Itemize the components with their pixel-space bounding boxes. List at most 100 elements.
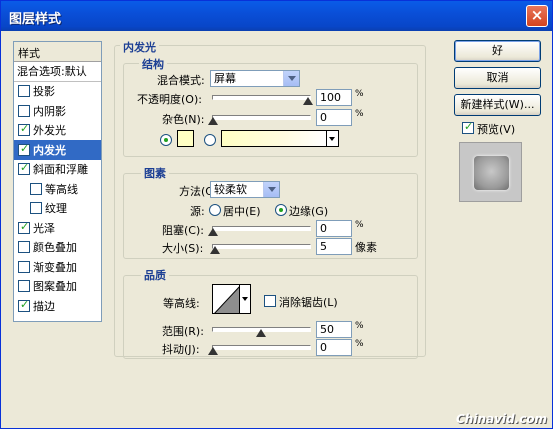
choke-slider-thumb[interactable] (208, 228, 218, 236)
title-bar[interactable]: 图层样式 × (1, 1, 552, 31)
noise-input[interactable]: 0 (316, 109, 352, 126)
style-item-label: 描边 (33, 299, 55, 313)
gradient-preview[interactable] (221, 130, 327, 147)
range-unit: % (355, 321, 364, 331)
blend-mode-select[interactable]: 屏幕 (210, 70, 300, 87)
contour-label: 等高线: (163, 297, 200, 310)
style-preview-thumbnail (459, 142, 522, 202)
noise-label: 杂色(N): (162, 113, 205, 126)
source-center-radio[interactable] (209, 204, 221, 216)
opacity-slider[interactable] (212, 95, 313, 105)
quality-title: 品质 (141, 267, 169, 283)
source-edge-radio[interactable] (275, 204, 287, 216)
size-slider-thumb[interactable] (209, 246, 220, 254)
size-input[interactable]: 5 (316, 238, 352, 255)
style-item-label: 内发光 (33, 143, 66, 157)
style-item[interactable]: 内发光 (14, 140, 101, 160)
jitter-input[interactable]: 0 (316, 339, 352, 356)
structure-title: 结构 (139, 56, 167, 72)
new-style-button[interactable]: 新建样式(W)... (454, 94, 541, 116)
opacity-input[interactable]: 100 (316, 89, 352, 106)
size-label: 大小(S): (162, 242, 204, 255)
ok-button[interactable]: 好 (454, 40, 541, 62)
style-item-label: 纹理 (45, 202, 67, 216)
gradient-radio[interactable] (204, 134, 216, 146)
style-item-checkbox[interactable] (18, 241, 30, 254)
elements-title: 图素 (141, 165, 169, 181)
layer-style-dialog: 图层样式 × 样式 混合选项:默认 投影内阴影外发光内发光斜面和浮雕等高线纹理光… (0, 0, 553, 429)
jitter-slider[interactable] (208, 345, 311, 355)
style-item-checkbox[interactable] (18, 260, 30, 273)
style-item[interactable]: 图案叠加 (14, 277, 101, 297)
solid-color-radio[interactable] (160, 134, 172, 146)
style-item-checkbox[interactable] (18, 142, 30, 156)
style-item-label: 图案叠加 (33, 280, 77, 294)
size-slider[interactable] (209, 244, 311, 254)
style-item[interactable]: 光泽 (14, 218, 101, 238)
choke-unit: % (355, 220, 364, 230)
glow-color-swatch[interactable] (177, 130, 194, 147)
opacity-unit: % (355, 89, 364, 99)
noise-slider[interactable] (208, 115, 311, 125)
style-item-checkbox[interactable] (18, 85, 30, 98)
method-select[interactable]: 较柔软 (210, 181, 280, 198)
style-item-checkbox[interactable] (18, 161, 30, 176)
style-item-label: 投影 (33, 85, 55, 99)
preview-checkbox[interactable] (462, 120, 474, 134)
chevron-down-icon[interactable] (283, 71, 299, 86)
styles-list: 样式 混合选项:默认 投影内阴影外发光内发光斜面和浮雕等高线纹理光泽颜色叠加渐变… (13, 41, 102, 322)
style-item-label: 颜色叠加 (33, 241, 77, 255)
style-items: 投影内阴影外发光内发光斜面和浮雕等高线纹理光泽颜色叠加渐变叠加图案叠加描边 (14, 82, 101, 316)
choke-label: 阻塞(C): (162, 224, 204, 237)
chevron-down-icon (329, 137, 335, 141)
range-slider[interactable] (212, 327, 311, 337)
watermark-text: Chinavid.com (456, 412, 548, 426)
noise-slider-thumb[interactable] (208, 117, 218, 125)
styles-list-header[interactable]: 样式 (14, 42, 101, 62)
jitter-slider-thumb[interactable] (208, 347, 218, 355)
style-item[interactable]: 描边 (14, 296, 101, 316)
choke-slider[interactable] (208, 226, 311, 236)
antialias-checkbox[interactable] (264, 295, 276, 307)
style-item-label: 外发光 (33, 124, 66, 138)
style-item-checkbox[interactable] (18, 298, 30, 312)
range-input[interactable]: 50 (316, 321, 352, 338)
opacity-label: 不透明度(O): (137, 93, 202, 106)
choke-input[interactable]: 0 (316, 220, 352, 237)
noise-unit: % (355, 109, 364, 119)
range-slider-thumb[interactable] (255, 329, 266, 337)
contour-picker[interactable] (212, 284, 240, 314)
close-button[interactable]: × (526, 5, 548, 27)
style-item[interactable]: 内阴影 (14, 101, 101, 121)
contour-curve-icon (214, 286, 239, 313)
style-item-checkbox[interactable] (18, 220, 30, 234)
style-item-checkbox[interactable] (30, 202, 42, 215)
style-item[interactable]: 斜面和浮雕 (14, 160, 101, 180)
contour-dropdown[interactable] (240, 284, 251, 314)
blend-options-item[interactable]: 混合选项:默认 (14, 62, 101, 82)
style-item-checkbox[interactable] (18, 122, 30, 137)
blend-mode-label: 混合模式: (157, 74, 205, 87)
style-item-checkbox[interactable] (18, 104, 30, 117)
antialias-label: 消除锯齿(L) (279, 296, 338, 309)
cancel-button[interactable]: 取消 (454, 67, 541, 89)
style-item[interactable]: 颜色叠加 (14, 238, 101, 258)
range-label: 范围(R): (162, 325, 204, 338)
opacity-slider-thumb[interactable] (303, 97, 313, 105)
style-item[interactable]: 纹理 (14, 199, 101, 219)
style-item-checkbox[interactable] (30, 182, 42, 195)
style-item[interactable]: 投影 (14, 82, 101, 102)
size-unit: 像素 (355, 241, 377, 254)
preview-label: 预览(V) (477, 123, 516, 136)
chevron-down-icon[interactable] (263, 182, 279, 197)
source-edge-label: 边缘(G) (289, 205, 329, 218)
source-center-label: 居中(E) (223, 205, 261, 218)
jitter-label: 抖动(J): (162, 343, 200, 356)
style-item[interactable]: 外发光 (14, 121, 101, 141)
style-item[interactable]: 渐变叠加 (14, 257, 101, 277)
chevron-down-icon (242, 297, 248, 301)
gradient-dropdown[interactable] (327, 130, 339, 147)
style-item-checkbox[interactable] (18, 280, 30, 293)
style-item[interactable]: 等高线 (14, 179, 101, 199)
style-item-label: 渐变叠加 (33, 260, 77, 274)
